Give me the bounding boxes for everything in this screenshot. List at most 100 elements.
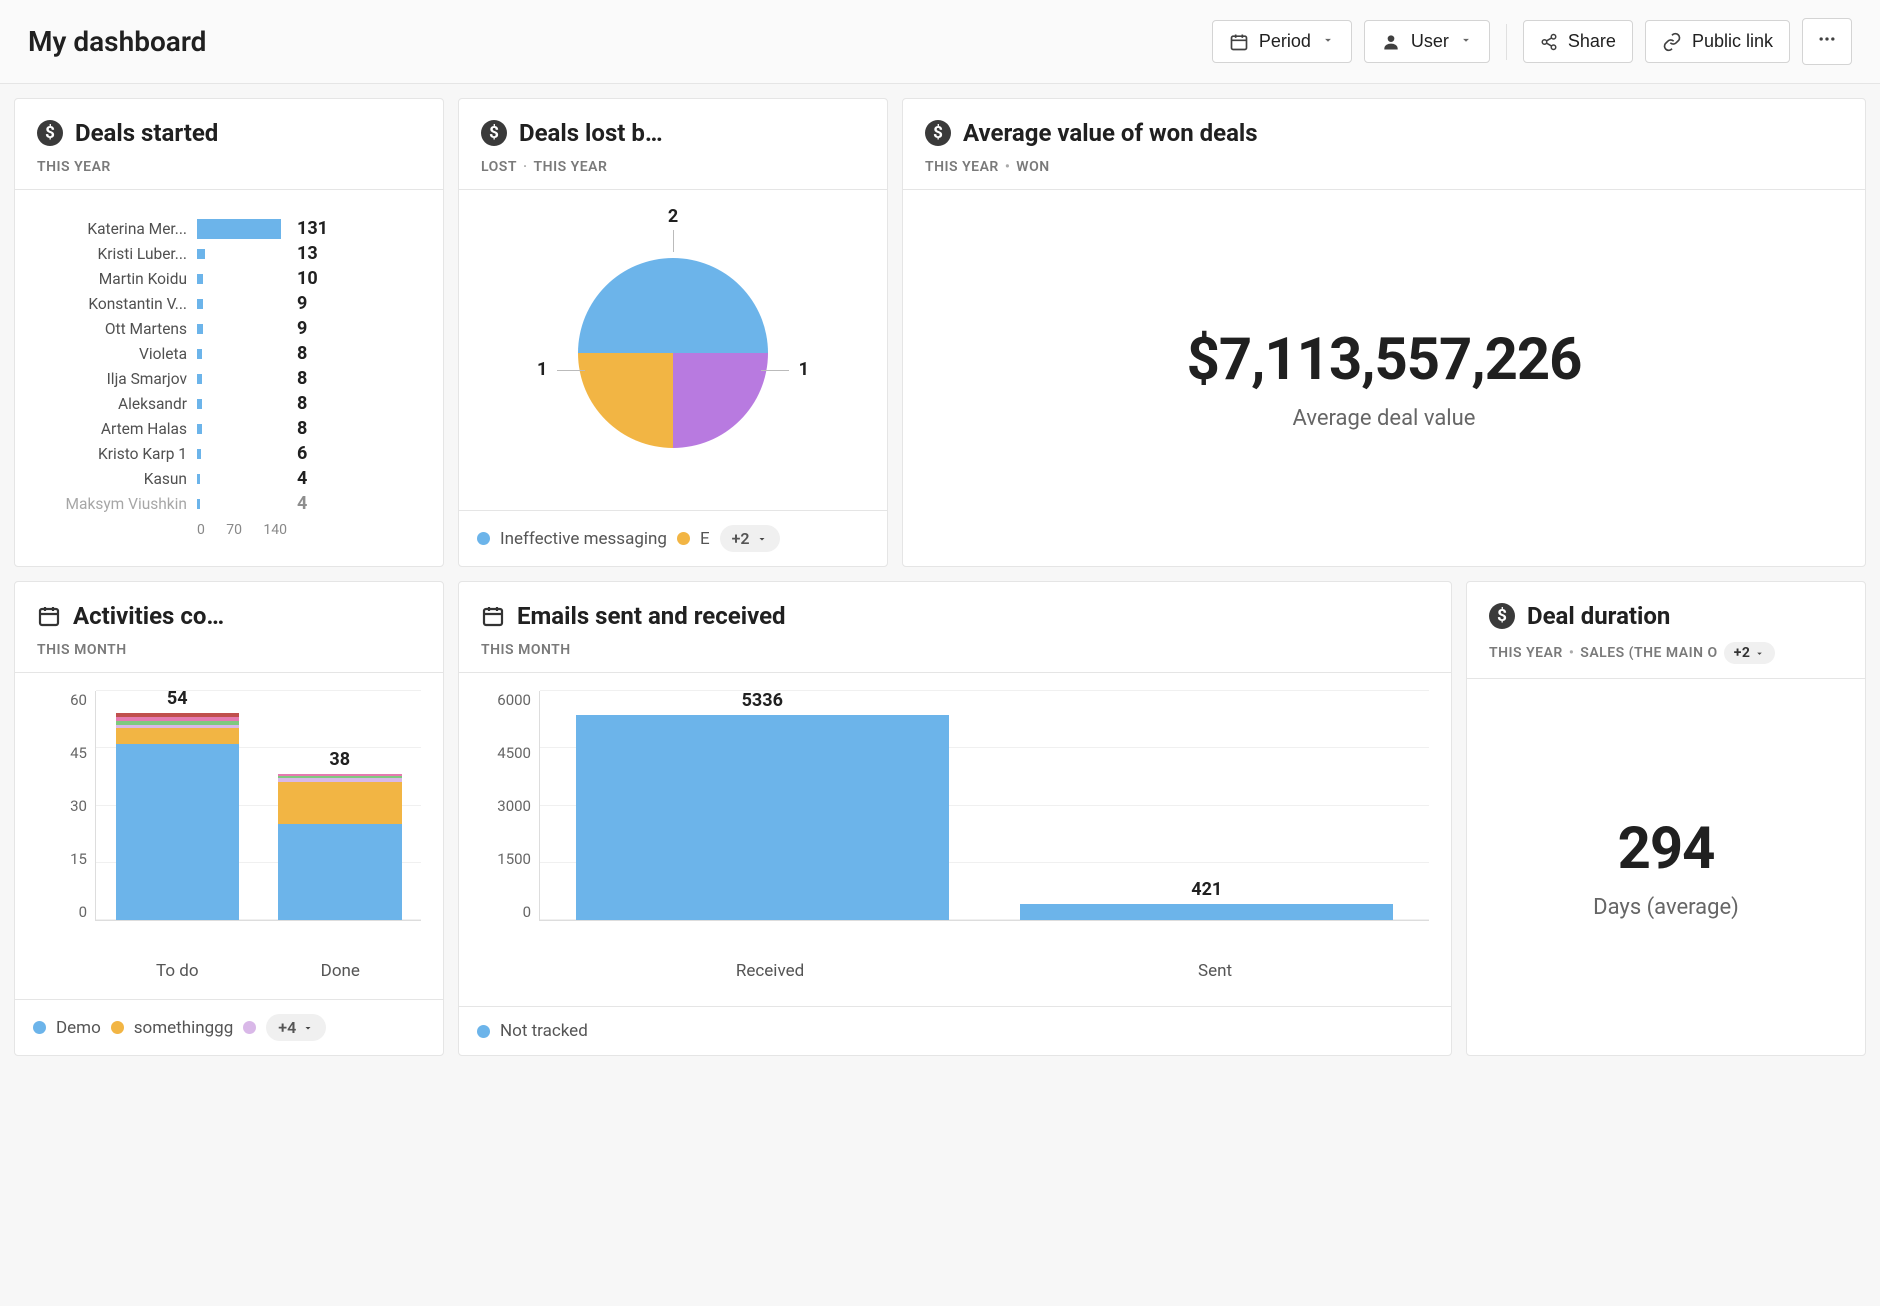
public-link-label: Public link <box>1692 31 1773 52</box>
hbar-value: 9 <box>297 293 307 314</box>
legend-item-label: Not tracked <box>500 1021 588 1041</box>
card-subtitle: THIS YEAR <box>37 159 421 175</box>
activities-chart: 60 45 30 15 0 5438 <box>37 691 421 951</box>
legend-dot-icon <box>677 532 690 545</box>
x-axis-label: Received <box>736 961 804 981</box>
hbar-row: Konstantin V... 9 <box>37 291 421 316</box>
period-button[interactable]: Period <box>1212 20 1352 63</box>
legend-dot-icon <box>477 1025 490 1038</box>
hbar-value: 8 <box>297 368 307 389</box>
pie-data-label: 1 <box>537 359 547 380</box>
hbar-row: Ilja Smarjov 8 <box>37 366 421 391</box>
hbar-label: Ott Martens <box>37 320 187 338</box>
hbar-label: Kasun <box>37 470 187 488</box>
metric-value: $7,113,557,226 <box>1187 326 1582 394</box>
chevron-down-icon <box>1321 31 1335 52</box>
chevron-down-icon <box>1459 31 1473 52</box>
page-title: My dashboard <box>28 25 206 58</box>
hbar-label: Maksym Viushkin <box>37 495 187 513</box>
hbar-row: Aleksandr 8 <box>37 391 421 416</box>
legend-item-label: E <box>700 529 710 549</box>
calendar-icon <box>481 604 505 628</box>
hbar-value: 8 <box>297 418 307 439</box>
hbar-row: Maksym Viushkin 4 <box>37 491 421 516</box>
dollar-icon: $ <box>1489 603 1515 629</box>
more-button[interactable] <box>1802 18 1852 65</box>
card-subtitle: THIS YEAR • WON <box>925 159 1843 175</box>
card-deal-duration: $ Deal duration THIS YEAR • SALES (THE M… <box>1466 581 1866 1056</box>
bar-data-label: 5336 <box>742 690 783 711</box>
dollar-icon: $ <box>481 120 507 146</box>
hbar-value: 8 <box>297 343 307 364</box>
card-legend: Ineffective messaging E +2 <box>459 510 887 566</box>
card-average-value: $ Average value of won deals THIS YEAR •… <box>902 98 1866 567</box>
more-icon <box>1817 29 1837 54</box>
legend-item-label: somethinggg <box>134 1018 233 1038</box>
x-axis-ticks: 0 70 140 <box>197 522 287 538</box>
legend-more-pill[interactable]: +4 <box>266 1014 326 1041</box>
hbar-value: 131 <box>297 218 328 239</box>
share-label: Share <box>1568 31 1616 52</box>
hbar-label: Ilja Smarjov <box>37 370 187 388</box>
metric-label: Days (average) <box>1593 895 1739 920</box>
pie-data-label: 2 <box>668 206 678 227</box>
hbar-label: Artem Halas <box>37 420 187 438</box>
user-button[interactable]: User <box>1364 20 1490 63</box>
card-legend: Not tracked <box>459 1006 1451 1055</box>
bar-data-label: 38 <box>329 749 350 770</box>
card-subtitle: THIS MONTH <box>37 642 421 658</box>
hbar-row: Violeta 8 <box>37 341 421 366</box>
calendar-icon <box>37 604 61 628</box>
x-axis-label: Sent <box>1198 961 1232 981</box>
card-activities: Activities co… THIS MONTH 60 45 30 15 0 … <box>14 581 444 1056</box>
period-label: Period <box>1259 31 1311 52</box>
dollar-icon: $ <box>925 120 951 146</box>
hbar-row: Artem Halas 8 <box>37 416 421 441</box>
hbar-row: Martin Koidu10 <box>37 266 421 291</box>
card-title: Activities co… <box>73 602 224 630</box>
deals-lost-pie-chart: 2 1 1 <box>481 208 865 488</box>
legend-dot-icon <box>477 532 490 545</box>
bar-data-label: 421 <box>1191 879 1222 900</box>
share-button[interactable]: Share <box>1523 20 1633 63</box>
hbar-label: Martin Koidu <box>37 270 187 288</box>
hbar-row: Kasun 4 <box>37 466 421 491</box>
user-label: User <box>1411 31 1449 52</box>
x-axis-label: Done <box>321 961 360 981</box>
card-title: Deals lost b… <box>519 119 663 147</box>
metric-label: Average deal value <box>1293 406 1476 431</box>
hbar-label: Kristi Luber... <box>37 245 187 263</box>
legend-item-label: Ineffective messaging <box>500 529 667 549</box>
metric-value: 294 <box>1618 815 1715 883</box>
filter-more-pill[interactable]: +2 <box>1724 642 1776 664</box>
hbar-label: Katerina Mer... <box>37 220 187 238</box>
emails-chart: 6000 4500 3000 1500 0 5336421 <box>481 691 1429 951</box>
card-title: Emails sent and received <box>517 602 786 630</box>
hbar-label: Violeta <box>37 345 187 363</box>
divider <box>1506 24 1507 60</box>
card-title: Deal duration <box>1527 602 1670 630</box>
share-icon <box>1540 33 1558 51</box>
public-link-button[interactable]: Public link <box>1645 20 1790 63</box>
hbar-label: Kristo Karp 1 <box>37 445 187 463</box>
card-deals-started: $ Deals started THIS YEAR Katerina Mer..… <box>14 98 444 567</box>
card-subtitle: THIS YEAR • SALES (THE MAIN O +2 <box>1489 642 1843 664</box>
dollar-icon: $ <box>37 120 63 146</box>
hbar-value: 4 <box>297 493 307 514</box>
hbar-row: Kristi Luber... 13 <box>37 241 421 266</box>
card-emails: Emails sent and received THIS MONTH 6000… <box>458 581 1452 1056</box>
hbar-value: 13 <box>297 243 318 264</box>
card-subtitle: LOST · THIS YEAR <box>481 159 865 175</box>
dashboard-header: My dashboard Period User Share <box>0 0 1880 84</box>
header-actions: Period User Share Public link <box>1212 18 1852 65</box>
hbar-label: Aleksandr <box>37 395 187 413</box>
hbar-value: 4 <box>297 468 307 489</box>
pie-data-label: 1 <box>799 359 809 380</box>
hbar-value: 9 <box>297 318 307 339</box>
bar-data-label: 54 <box>167 688 188 709</box>
hbar-row: Ott Martens 9 <box>37 316 421 341</box>
legend-more-pill[interactable]: +2 <box>720 525 780 552</box>
hbar-value: 8 <box>297 393 307 414</box>
calendar-icon <box>1229 32 1249 52</box>
hbar-label: Konstantin V... <box>37 295 187 313</box>
